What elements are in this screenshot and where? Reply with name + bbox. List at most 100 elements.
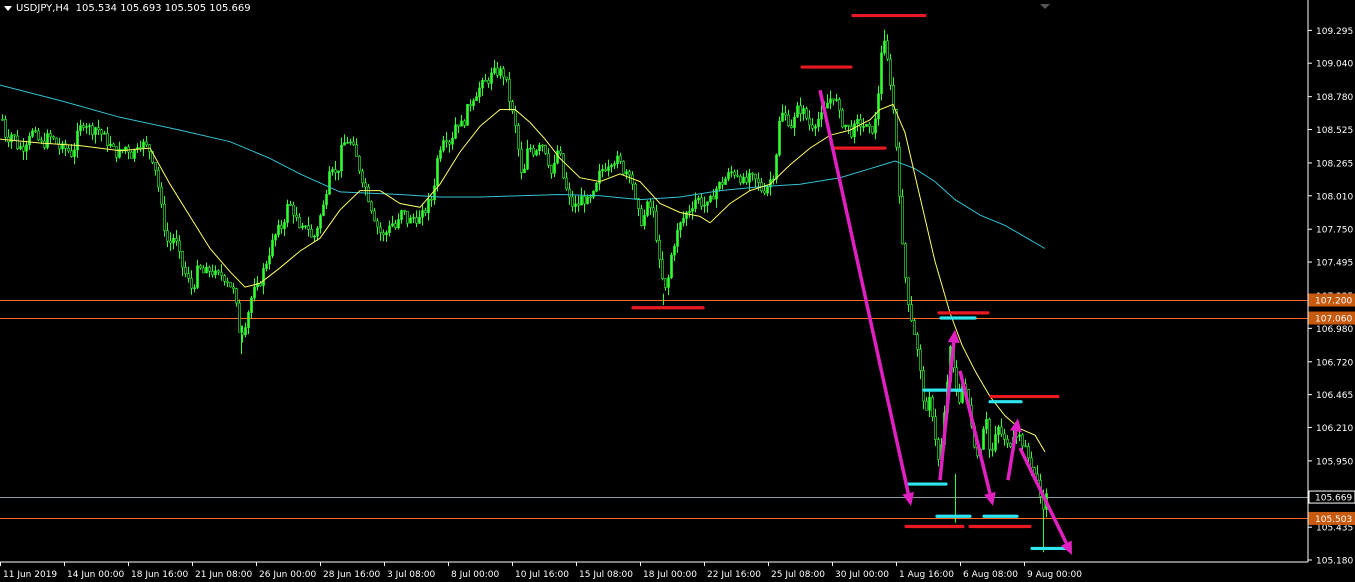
candle-body — [928, 396, 931, 411]
candle-body — [217, 270, 220, 273]
candle-body — [784, 112, 787, 116]
candle-body — [865, 124, 868, 127]
candle-body — [166, 230, 169, 242]
candle-body — [418, 216, 421, 224]
candle-body — [799, 105, 802, 115]
candle-body — [310, 228, 313, 238]
candle-body — [904, 243, 907, 279]
candle-body — [484, 80, 487, 82]
candle-body — [907, 277, 910, 305]
y-tick-label: 106.980 — [1316, 325, 1353, 335]
candle-body — [478, 87, 481, 97]
candle-body — [991, 449, 994, 451]
candle-body — [409, 217, 412, 224]
candle-body — [169, 240, 172, 244]
candle-body — [187, 273, 190, 279]
candle-body — [709, 195, 712, 203]
y-tick-label: 107.750 — [1316, 226, 1353, 236]
candle-body — [715, 188, 718, 200]
collapse-triangle-icon[interactable] — [4, 5, 12, 11]
candle-body — [652, 207, 655, 212]
candle-body — [475, 96, 478, 101]
candle-body — [70, 150, 73, 157]
candle-body — [523, 168, 526, 174]
candle-body — [253, 286, 256, 299]
candle-body — [451, 137, 454, 145]
y-tick-label: 105.180 — [1316, 557, 1353, 567]
candle-body — [73, 149, 76, 157]
x-tick-label: 11 Jun 2019 — [3, 570, 57, 580]
candle-body — [787, 114, 790, 127]
candle-body — [916, 334, 919, 350]
candle-body — [466, 104, 469, 126]
candle-body — [211, 270, 214, 276]
candle-body — [832, 98, 835, 101]
candle-body — [838, 99, 841, 111]
candle-body — [85, 126, 88, 128]
candle-body — [22, 146, 25, 152]
candle-body — [889, 58, 892, 86]
y-tick-label: 109.040 — [1316, 60, 1353, 70]
x-tick-label: 28 Jun 16:00 — [323, 570, 380, 580]
candle-body — [703, 204, 706, 207]
x-tick-label: 22 Jul 16:00 — [707, 570, 761, 580]
candle-body — [421, 210, 424, 218]
candle-body — [571, 196, 574, 207]
price-chart[interactable]: 109.295 109.040 108.780 108.525 108.265 108.0… — [0, 0, 1355, 582]
candle-body — [697, 197, 700, 201]
x-tick-label: 9 Aug 00:00 — [1027, 570, 1082, 580]
candle-body — [721, 181, 724, 185]
candle-body — [592, 190, 595, 198]
candle-body — [751, 172, 754, 175]
candle-body — [16, 135, 19, 149]
candle-body — [316, 227, 319, 237]
candle-body — [265, 263, 268, 269]
candle-body — [856, 119, 859, 125]
candle-body — [1021, 434, 1024, 447]
candle-body — [298, 216, 301, 228]
candle-body — [667, 277, 670, 288]
candle-body — [844, 124, 847, 128]
candle-body — [205, 266, 208, 274]
y-tick-label: 105.435 — [1316, 524, 1353, 534]
candle-body — [826, 102, 829, 109]
candle-body — [853, 123, 856, 138]
candle-body — [406, 210, 409, 224]
candle-body — [712, 195, 715, 200]
candle-body — [385, 232, 388, 236]
candle-body — [730, 171, 733, 174]
candle-body — [472, 100, 475, 107]
candle-body — [628, 171, 631, 176]
candle-body — [913, 320, 916, 335]
x-tick-label: 14 Jun 00:00 — [67, 570, 124, 580]
candle-body — [436, 158, 439, 187]
candle-body — [301, 225, 304, 228]
candle-body — [142, 141, 145, 149]
candle-body — [910, 304, 913, 321]
candle-body — [727, 172, 730, 180]
candle-body — [268, 255, 271, 265]
candle-body — [370, 201, 373, 212]
y-tick-label: 105.950 — [1316, 457, 1353, 467]
price-tag-label: 105.503 — [1315, 515, 1352, 525]
candle-body — [391, 223, 394, 227]
candle-body — [226, 280, 229, 283]
candle-body — [400, 210, 403, 220]
candle-body — [433, 185, 436, 201]
y-tick-label: 107.495 — [1316, 259, 1353, 269]
candle-body — [292, 204, 295, 216]
candle-body — [109, 143, 112, 147]
candle-body — [88, 125, 91, 127]
y-tick-label: 106.720 — [1316, 358, 1353, 368]
chart-background — [0, 0, 1355, 582]
candle-body — [733, 171, 736, 176]
candle-body — [589, 196, 592, 199]
candle-body — [250, 297, 253, 313]
candle-body — [274, 234, 277, 241]
candle-body — [175, 238, 178, 242]
candle-body — [1024, 445, 1027, 448]
candle-body — [43, 140, 46, 148]
candle-body — [781, 112, 784, 122]
candle-body — [280, 224, 283, 229]
candle-body — [661, 259, 664, 279]
